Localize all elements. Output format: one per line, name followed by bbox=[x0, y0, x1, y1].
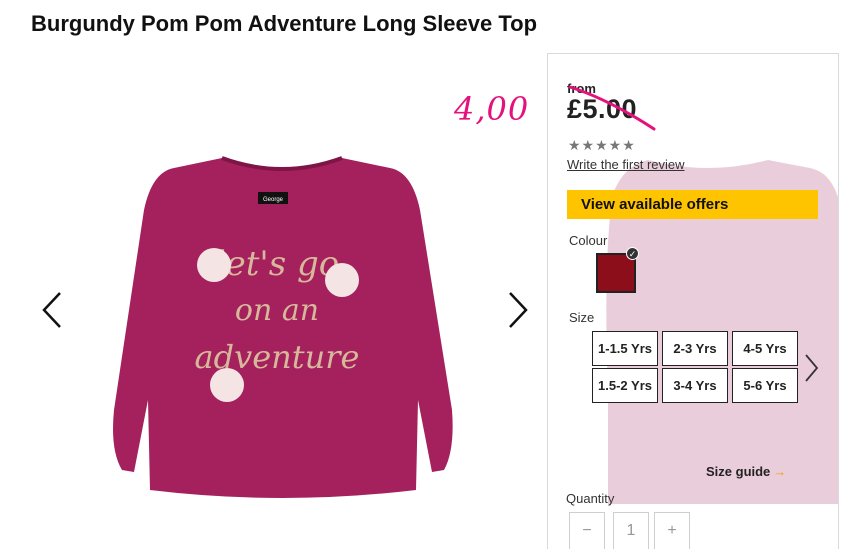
handwritten-price-annotation: 4,00 bbox=[454, 90, 530, 128]
size-option[interactable]: 4-5 Yrs bbox=[732, 331, 798, 366]
size-option[interactable]: 3-4 Yrs bbox=[662, 368, 728, 403]
pom-pom bbox=[325, 263, 359, 297]
sizes-next-icon[interactable] bbox=[801, 352, 821, 384]
pom-pom bbox=[197, 248, 231, 282]
chevron-left-icon bbox=[42, 292, 61, 328]
neck-label: George bbox=[263, 197, 284, 203]
print-line-1: let's go bbox=[215, 244, 340, 284]
chevron-right-icon bbox=[509, 292, 528, 328]
size-option[interactable]: 1-1.5 Yrs bbox=[592, 331, 658, 366]
product-info-panel: from £5.00 ★★★★★ Write the first review … bbox=[547, 53, 839, 549]
size-option[interactable]: 2-3 Yrs bbox=[662, 331, 728, 366]
size-guide-link[interactable]: Size guide → bbox=[706, 464, 786, 479]
size-option[interactable]: 1.5-2 Yrs bbox=[592, 368, 658, 403]
write-review-link[interactable]: Write the first review bbox=[567, 157, 685, 172]
size-option[interactable]: 5-6 Yrs bbox=[732, 368, 798, 403]
rating-stars: ★★★★★ bbox=[568, 137, 636, 153]
colour-label: Colour bbox=[569, 233, 608, 248]
quantity-increase-button[interactable]: + bbox=[654, 512, 690, 549]
pom-pom bbox=[210, 368, 244, 402]
product-image: George let's go on an adventure bbox=[113, 156, 453, 498]
price-strikethrough-mark bbox=[568, 85, 656, 131]
page-title: Burgundy Pom Pom Adventure Long Sleeve T… bbox=[31, 11, 538, 36]
print-line-2: on an bbox=[235, 293, 319, 328]
gallery-next-button[interactable] bbox=[502, 290, 532, 330]
size-label: Size bbox=[569, 310, 595, 325]
quantity-decrease-button[interactable]: − bbox=[569, 512, 605, 549]
size-guide-label: Size guide bbox=[706, 464, 771, 479]
view-offers-button[interactable]: View available offers bbox=[567, 190, 818, 219]
arrow-right-icon: → bbox=[773, 464, 787, 479]
gallery-prev-button[interactable] bbox=[38, 290, 68, 330]
checkmark-icon: ✓ bbox=[626, 247, 639, 260]
quantity-input[interactable]: 1 bbox=[613, 512, 649, 549]
quantity-label: Quantity bbox=[566, 491, 615, 506]
